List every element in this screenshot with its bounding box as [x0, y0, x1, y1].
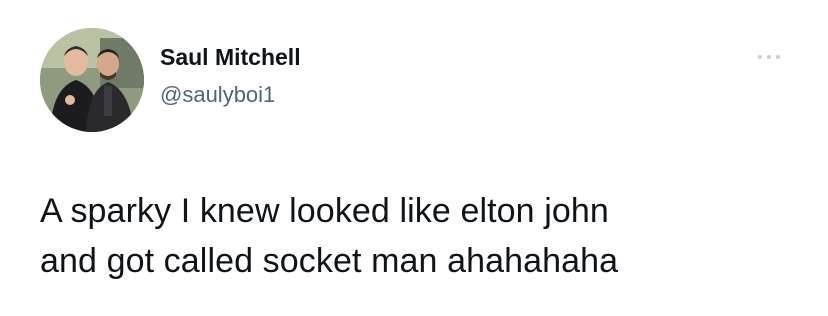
avatar[interactable]	[40, 28, 144, 132]
tweet-text-line: A sparky I knew looked like elton john	[40, 192, 609, 230]
more-horizontal-icon[interactable]	[757, 52, 783, 62]
tweet-text-line: and got called socket man ahahahaha	[40, 242, 619, 280]
author-display-name[interactable]: Saul Mitchell	[160, 44, 301, 71]
author-handle[interactable]: @saulyboi1	[160, 82, 275, 108]
avatar-photo	[40, 28, 144, 132]
tweet-card: Saul Mitchell @saulyboi1 A sparky I knew…	[0, 0, 828, 316]
tweet-text: A sparky I knew looked like elton john a…	[40, 186, 800, 286]
